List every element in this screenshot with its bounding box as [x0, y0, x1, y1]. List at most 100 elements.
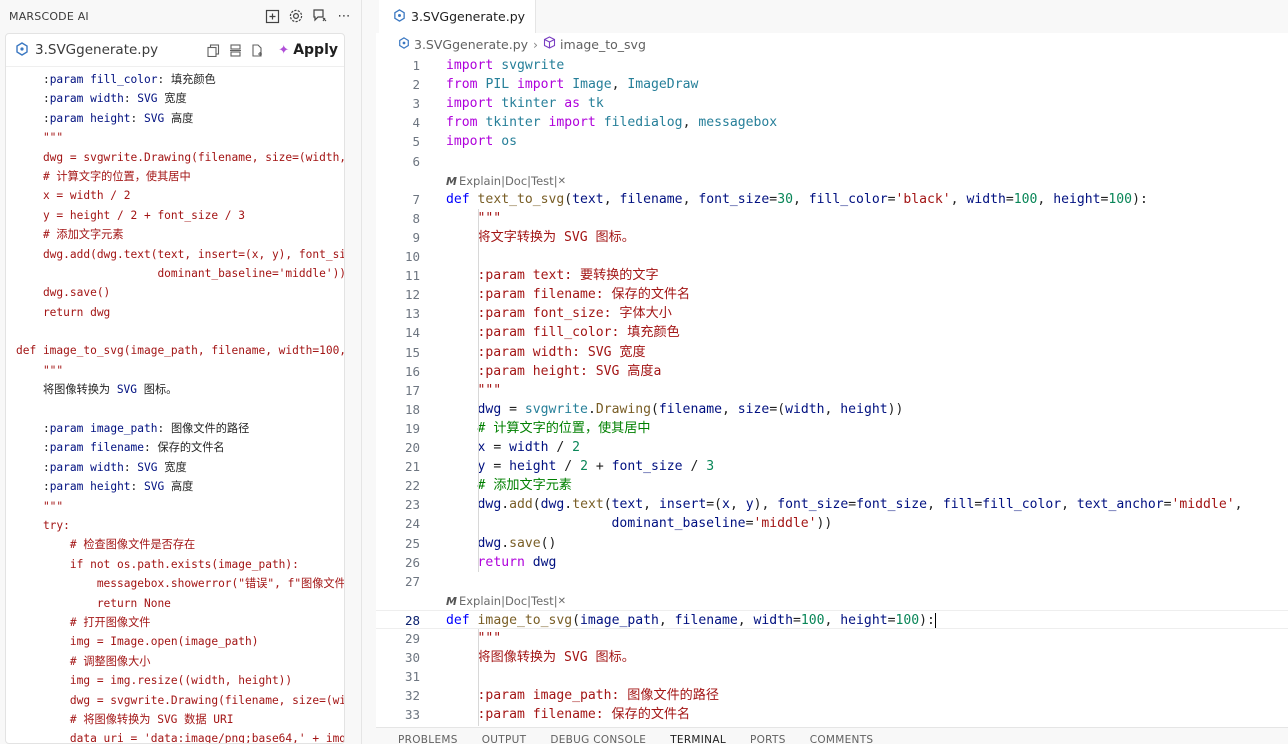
tab-ports[interactable]: PORTS: [750, 728, 786, 744]
code-line[interactable]: 17 """: [376, 381, 1288, 400]
ai-code-line: y = height / 2 + font_size / 3: [16, 208, 246, 222]
more-icon[interactable]: ⋯: [335, 7, 353, 25]
code-text: from tkinter import filedialog, messageb…: [446, 115, 778, 131]
new-file-icon[interactable]: [246, 39, 268, 61]
apply-button[interactable]: ✦ Apply: [278, 42, 338, 58]
code-text: # 计算文字的位置，使其居中: [477, 420, 651, 436]
line-number: 23: [404, 497, 420, 513]
ai-code-line: # 计算文字的位置，使其居中: [16, 169, 191, 183]
code-line[interactable]: 25 dwg.save(): [376, 534, 1288, 553]
code-editor[interactable]: 1 import svgwrite 2 from PIL import Image, …: [376, 54, 1288, 726]
gear-icon[interactable]: [287, 7, 305, 25]
tab-output[interactable]: OUTPUT: [482, 728, 527, 744]
line-number: 19: [404, 420, 420, 436]
code-line[interactable]: 33 :param filename: 保存的文件名: [376, 705, 1288, 724]
ai-code-line: dwg = svgwrite.Drawing(filename, size=(w…: [16, 150, 345, 164]
tab-3-svggenerate[interactable]: 3.SVGgenerate.py: [379, 0, 536, 33]
code-line[interactable]: 6: [376, 152, 1288, 171]
codelens-explain[interactable]: Explain: [459, 172, 501, 191]
code-text: 将文字转换为 SVG 图标。: [446, 229, 635, 245]
code-line[interactable]: 30 将图像转换为 SVG 图标。: [376, 648, 1288, 667]
code-line[interactable]: 20 x = width / 2: [376, 438, 1288, 457]
code-line[interactable]: 34 :param width: SVG 宽度: [376, 725, 1288, 727]
line-number: 28: [404, 612, 420, 628]
code-text: import os: [446, 134, 517, 150]
code-line[interactable]: 16 :param height: SVG 高度a: [376, 362, 1288, 381]
code-line[interactable]: 1 import svgwrite: [376, 56, 1288, 75]
code-line[interactable]: 8 """: [376, 209, 1288, 228]
code-line[interactable]: 29 """: [376, 629, 1288, 648]
codelens-test[interactable]: Test: [531, 172, 554, 191]
code-line[interactable]: 22 # 添加文字元素: [376, 476, 1288, 495]
history-chat-icon[interactable]: [311, 7, 329, 25]
line-number: 25: [404, 535, 420, 551]
code-text: :param width: SVG 宽度: [446, 725, 646, 727]
codelens-doc[interactable]: Doc: [505, 592, 527, 611]
tab-comments[interactable]: COMMENTS: [810, 728, 874, 744]
code-line[interactable]: 11 :param text: 要转换的文字: [376, 266, 1288, 285]
code-line[interactable]: 18 dwg = svgwrite.Drawing(filename, size…: [376, 400, 1288, 419]
code-line[interactable]: 24 dominant_baseline='middle')): [376, 514, 1288, 533]
code-line[interactable]: 12 :param filename: 保存的文件名: [376, 285, 1288, 304]
line-number: 18: [404, 401, 420, 417]
copy-icon[interactable]: [202, 39, 224, 61]
ai-code-line: dominant_baseline='middle')): [16, 266, 345, 280]
code-text: """: [446, 382, 502, 398]
code-line[interactable]: 14 :param fill_color: 填充颜色: [376, 323, 1288, 342]
code-line[interactable]: 27: [376, 572, 1288, 591]
new-chat-icon[interactable]: [263, 7, 281, 25]
code-line[interactable]: 9 将文字转换为 SVG 图标。: [376, 228, 1288, 247]
line-number: 24: [404, 516, 420, 532]
code-line[interactable]: 10: [376, 247, 1288, 266]
code-line[interactable]: 15 :param width: SVG 宽度: [376, 343, 1288, 362]
code-line[interactable]: 32 :param image_path: 图像文件的路径: [376, 686, 1288, 705]
tab-debug-console[interactable]: DEBUG CONSOLE: [550, 728, 646, 744]
code-line[interactable]: 5 import os: [376, 132, 1288, 151]
code-text: return dwg: [477, 554, 557, 570]
close-icon[interactable]: ✕: [558, 592, 566, 611]
code-text: 将图像转换为 SVG 图标。: [446, 650, 635, 666]
code-text: from PIL import Image, ImageDraw: [446, 77, 699, 93]
ai-code-line: return None: [16, 596, 171, 610]
tab-problems[interactable]: PROBLEMS: [398, 728, 458, 744]
code-text: def text_to_svg(text, filename, font_siz…: [446, 191, 1148, 207]
code-line[interactable]: 28 def image_to_svg(image_path, filename,…: [376, 609, 1288, 629]
code-text: :param filename: 保存的文件名: [446, 707, 691, 723]
code-line[interactable]: 13 :param font_size: 字体大小: [376, 304, 1288, 323]
code-line[interactable]: 3 import tkinter as tk: [376, 94, 1288, 113]
codelens-explain[interactable]: Explain: [459, 592, 501, 611]
line-number: 27: [404, 573, 420, 589]
code-line[interactable]: 31: [376, 667, 1288, 686]
line-number: 4: [412, 115, 420, 131]
code-card-header: 3.SVGgenerate.py ✦ Apply: [6, 34, 344, 67]
code-line[interactable]: 23 dwg.add(dwg.text(text, insert=(x, y),…: [376, 495, 1288, 514]
ai-code-line: x = width / 2: [16, 189, 131, 203]
code-text: def image_to_svg(image_path, filename, w…: [446, 612, 936, 628]
code-line[interactable]: 19 # 计算文字的位置，使其居中: [376, 419, 1288, 438]
ai-code-line: # 将图像转换为 SVG 数据 URI: [16, 712, 234, 726]
ai-code-line: if not os.path.exists(image_path):: [16, 557, 299, 571]
breadcrumb-symbol[interactable]: image_to_svg: [560, 37, 646, 52]
breadcrumb-file[interactable]: 3.SVGgenerate.py: [414, 37, 528, 52]
tab-terminal[interactable]: TERMINAL: [670, 728, 726, 744]
code-text: """: [446, 210, 502, 226]
line-number: 21: [404, 459, 420, 475]
text-cursor: [934, 612, 936, 628]
line-number: 14: [404, 325, 420, 341]
code-line[interactable]: 2 from PIL import Image, ImageDraw: [376, 75, 1288, 94]
chevron-right-icon: ›: [533, 36, 539, 52]
tab-label: 3.SVGgenerate.py: [411, 9, 526, 24]
close-icon[interactable]: ✕: [558, 172, 566, 191]
code-line[interactable]: 4 from tkinter import filedialog, message…: [376, 113, 1288, 132]
codelens-test[interactable]: Test: [531, 592, 554, 611]
ai-code-line: dwg.add(dwg.text(text, insert=(x, y), fo…: [16, 247, 345, 261]
code-line[interactable]: 7 def text_to_svg(text, filename, font_si…: [376, 190, 1288, 209]
code-card-body: :param fill_color: 填充颜色 :param width: SV…: [6, 70, 345, 743]
insert-code-icon[interactable]: [224, 39, 246, 61]
codelens: M Explain | Doc | Test | ✕: [446, 592, 566, 611]
code-line[interactable]: 26 return dwg: [376, 553, 1288, 572]
codelens-doc[interactable]: Doc: [505, 172, 527, 191]
code-line[interactable]: 21 y = height / 2 + font_size / 3: [376, 457, 1288, 476]
code-text: dwg = svgwrite.Drawing(filename, size=(w…: [477, 401, 904, 417]
sparkle-icon: ✦: [278, 42, 290, 58]
